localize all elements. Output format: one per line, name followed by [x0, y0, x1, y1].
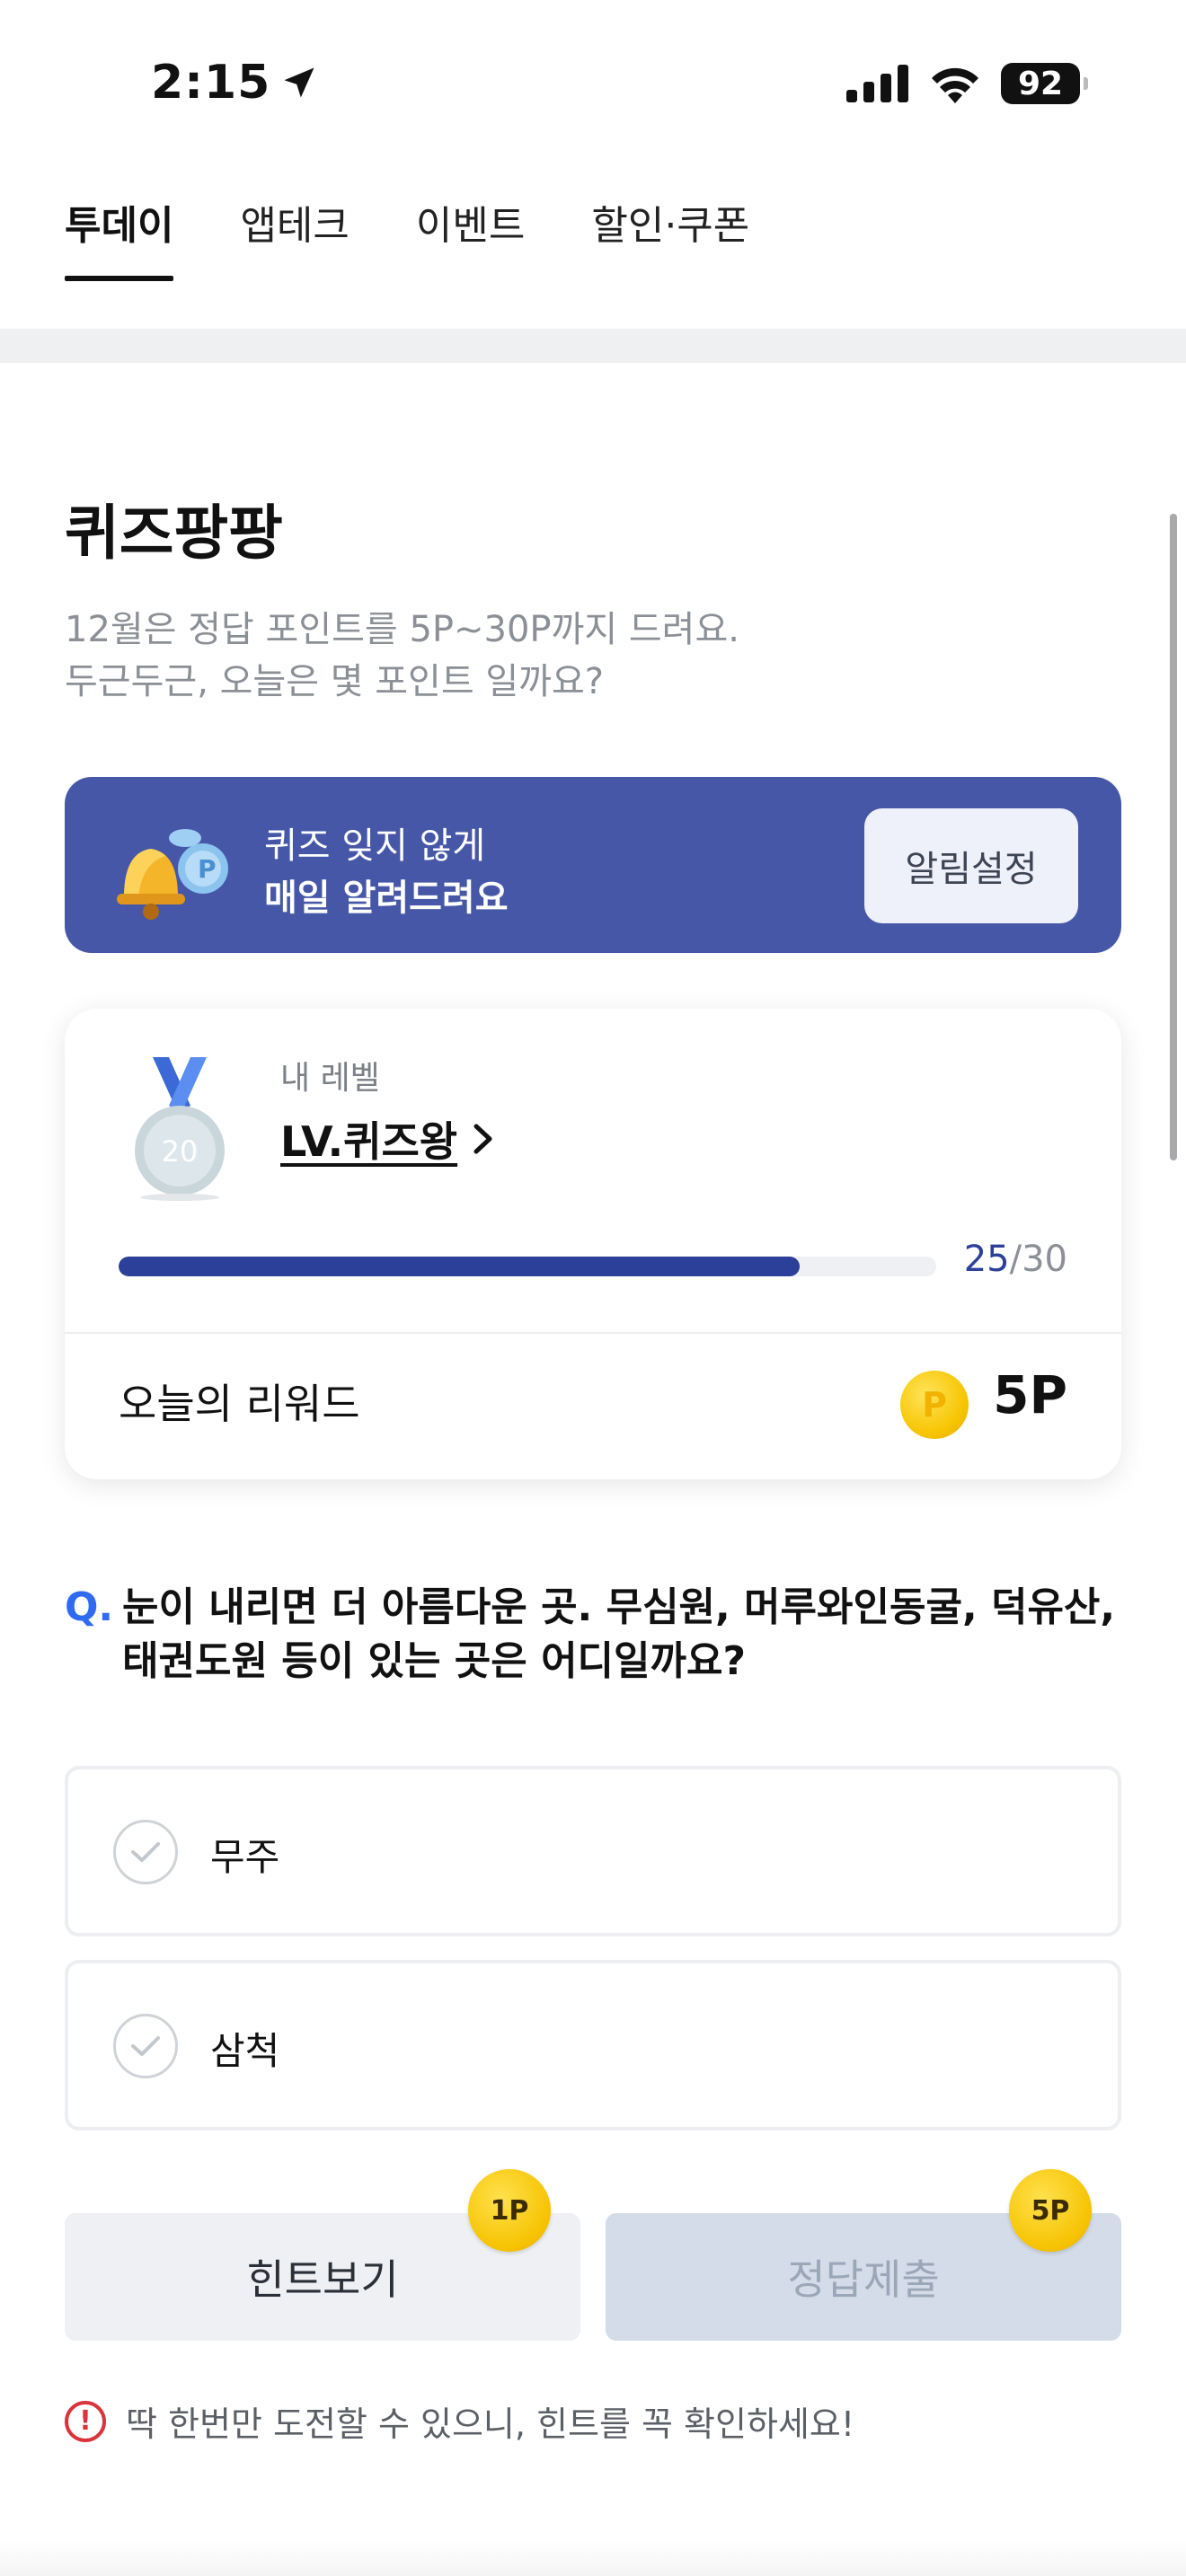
check-circle-icon	[113, 2014, 178, 2078]
tab-discount-coupon[interactable]: 할인·쿠폰	[591, 193, 749, 281]
level-progress-count: 25/30	[964, 1239, 1067, 1280]
medal-icon: 20	[135, 1057, 225, 1201]
reward-label: 오늘의 리워드	[119, 1380, 360, 1428]
status-bar: 2:15 92	[0, 0, 1186, 171]
question-text: 눈이 내리면 더 아름다운 곳. 무심원, 머루와인동굴, 덕유산, 태권도원 …	[122, 1584, 1116, 1684]
level-card: 20 내 레벨 LV.퀴즈왕 25/30 오늘의 리워드 P 5P	[65, 1009, 1121, 1479]
bottom-fade	[0, 2540, 1186, 2576]
battery-level: 92	[1017, 65, 1064, 102]
battery-icon: 92	[1001, 63, 1088, 104]
level-progress-bar	[119, 1257, 936, 1276]
scrollbar[interactable]	[1170, 514, 1177, 1160]
level-name-link[interactable]: LV.퀴즈왕	[280, 1109, 495, 1169]
cellular-signal-icon	[846, 65, 908, 102]
notice: ! 딱 한번만 도전할 수 있으니, 힌트를 꼭 확인하세요!	[65, 2396, 854, 2446]
quiz-question: Q. 눈이 내리면 더 아름다운 곳. 무심원, 머루와인동굴, 덕유산, 태권…	[65, 1581, 1125, 1689]
warning-icon: !	[65, 2400, 106, 2442]
section-divider	[0, 329, 1186, 363]
level-progress-fill	[119, 1257, 801, 1276]
page-title: 퀴즈팡팡	[65, 498, 283, 568]
answer-option-label: 삼척	[210, 2029, 280, 2073]
status-time: 2:15	[151, 56, 319, 110]
hint-cost-badge: 1P	[468, 2169, 551, 2252]
location-arrow-icon	[284, 67, 314, 98]
bell-coin-icon: P	[117, 829, 228, 920]
card-divider	[65, 1332, 1121, 1334]
tab-today[interactable]: 투데이	[65, 193, 174, 281]
chevron-right-icon	[474, 1124, 492, 1154]
tab-event[interactable]: 이벤트	[416, 193, 525, 281]
answer-option-1[interactable]: 무주	[65, 1766, 1121, 1936]
progress-total: /30	[1009, 1239, 1067, 1280]
notification-banner: P 퀴즈 잊지 않게 매일 알려드려요 알림설정	[65, 777, 1121, 953]
tab-apptech[interactable]: 앱테크	[240, 193, 349, 281]
quiz-description-line2: 두근두근, 오늘은 몇 포인트 일까요?	[65, 661, 605, 702]
alarm-setting-button[interactable]: 알림설정	[864, 808, 1078, 923]
banner-text: 퀴즈 잊지 않게 매일 알려드려요	[264, 820, 509, 924]
wifi-icon	[932, 67, 978, 103]
quiz-description-line1: 12월은 정답 포인트를 5P~30P까지 드려요.	[65, 609, 739, 650]
status-time-text: 2:15	[151, 56, 271, 110]
coin-icon: P	[900, 1371, 969, 1439]
level-name: LV.퀴즈왕	[280, 1117, 458, 1166]
submit-reward-badge: 5P	[1009, 2169, 1092, 2252]
banner-line1: 퀴즈 잊지 않게	[264, 825, 486, 867]
notice-text: 딱 한번만 도전할 수 있으니, 힌트를 꼭 확인하세요!	[126, 2404, 855, 2444]
top-tabs: 투데이 앱테크 이벤트 할인·쿠폰	[65, 193, 749, 281]
banner-line2: 매일 알려드려요	[264, 878, 509, 919]
check-circle-icon	[113, 1820, 178, 1884]
quiz-description: 12월은 정답 포인트를 5P~30P까지 드려요. 두근두근, 오늘은 몇 포…	[65, 604, 739, 708]
reward-value: 5P	[993, 1364, 1067, 1425]
level-label: 내 레벨	[280, 1060, 380, 1097]
medal-number: 20	[162, 1134, 199, 1169]
progress-current: 25	[963, 1239, 1010, 1280]
status-icons: 92	[846, 63, 1088, 104]
question-mark-label: Q.	[65, 1584, 114, 1630]
answer-option-label: 무주	[210, 1835, 280, 1879]
answer-option-2[interactable]: 삼척	[65, 1960, 1121, 2130]
svg-text:P: P	[198, 854, 217, 884]
